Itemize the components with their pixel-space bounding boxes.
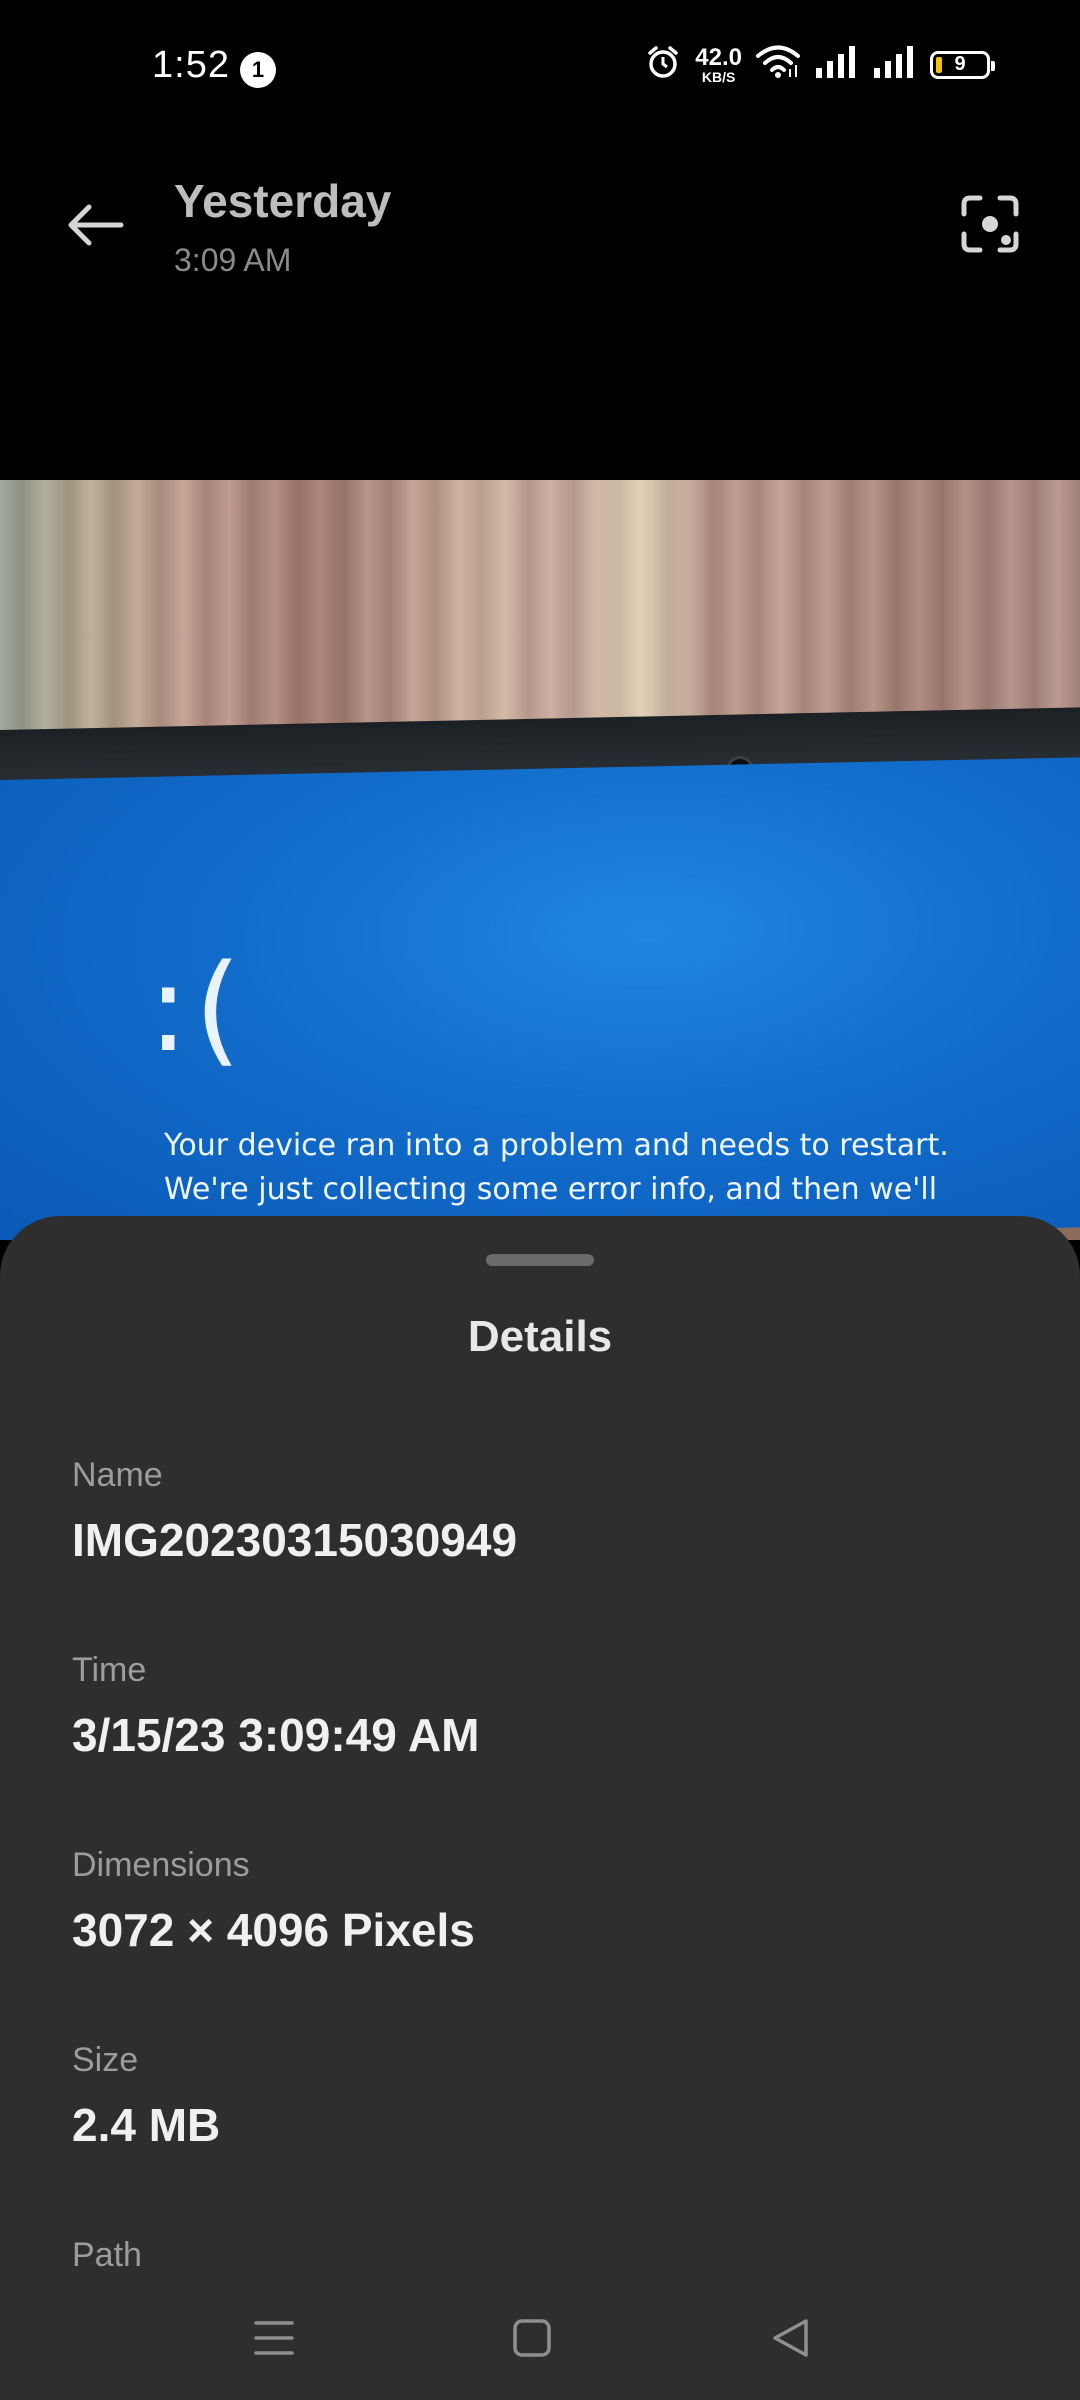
notification-badge: 1 bbox=[240, 52, 276, 88]
navigation-bar bbox=[0, 2280, 1080, 2400]
battery-level: 9 bbox=[954, 53, 966, 75]
battery-fill bbox=[936, 56, 942, 73]
photo-bsod-text: Your device ran into a problem and needs… bbox=[164, 1124, 949, 1212]
photo-window-light bbox=[560, 480, 720, 750]
detail-value: 2.4 MB bbox=[72, 2099, 221, 2151]
network-speed-value: 42.0 bbox=[695, 43, 742, 71]
back-triangle-icon bbox=[770, 2317, 810, 2364]
network-speed: 42.0 KB/S bbox=[695, 43, 742, 85]
status-icons: 42.0 KB/S 9 bbox=[645, 43, 995, 85]
detail-dimensions: Dimensions 3072 × 4096 Pixels bbox=[72, 1846, 475, 1957]
detail-size: Size 2.4 MB bbox=[72, 2041, 220, 2152]
menu-icon bbox=[254, 2319, 294, 2362]
detail-label: Time bbox=[72, 1651, 147, 1689]
lens-scan-icon bbox=[960, 194, 1020, 259]
detail-label: Path bbox=[72, 2236, 142, 2274]
photo-curtain bbox=[0, 480, 1080, 750]
wifi-icon bbox=[756, 45, 800, 84]
lens-button[interactable] bbox=[948, 184, 1032, 268]
battery-icon: 9 bbox=[930, 50, 995, 79]
detail-label: Name bbox=[72, 1456, 163, 1494]
detail-value: 3/15/23 3:09:49 AM bbox=[72, 1709, 480, 1761]
signal-icon bbox=[814, 46, 858, 83]
photo-bsod-face: :( bbox=[148, 940, 248, 1079]
gallery-details-screen: 1:52 1 42.0 KB/S 9 Yesterday 3:09 AM:(… bbox=[0, 0, 1080, 2400]
header-titles: Yesterday 3:09 AM bbox=[174, 174, 391, 279]
nav-home-button[interactable] bbox=[492, 2310, 572, 2370]
page-subtitle: 3:09 AM bbox=[174, 242, 292, 278]
photo-bsod-line-1: Your device ran into a problem and needs… bbox=[164, 1128, 949, 1163]
detail-value: IMG20230315030949 bbox=[72, 1514, 518, 1566]
detail-value: 3072 × 4096 Pixels bbox=[72, 1904, 475, 1956]
status-time: 1:52 bbox=[152, 44, 230, 86]
detail-name: Name IMG20230315030949 bbox=[72, 1456, 517, 1567]
nav-back-button[interactable] bbox=[750, 2310, 830, 2370]
network-speed-unit: KB/S bbox=[701, 68, 736, 85]
photo-bsod-line-2: We're just collecting some error info, a… bbox=[164, 1172, 938, 1207]
home-icon bbox=[512, 2318, 552, 2363]
detail-label: Size bbox=[72, 2041, 139, 2079]
nav-menu-button[interactable] bbox=[234, 2310, 314, 2370]
status-bar: 1:52 1 42.0 KB/S 9 bbox=[0, 0, 1080, 140]
photo-preview[interactable]: :( Your device ran into a problem and ne… bbox=[0, 480, 1080, 1240]
drag-handle[interactable] bbox=[486, 1254, 594, 1266]
sheet-title: Details bbox=[467, 1312, 613, 1361]
alarm-icon bbox=[645, 44, 681, 85]
signal-icon-2 bbox=[872, 46, 916, 83]
detail-path: Path bbox=[72, 2236, 142, 2275]
detail-time: Time 3/15/23 3:09:49 AM bbox=[72, 1651, 479, 1762]
detail-label: Dimensions bbox=[72, 1846, 250, 1884]
back-button[interactable] bbox=[58, 190, 132, 264]
details-sheet: Details Name IMG20230315030949 Time 3/15… bbox=[0, 1216, 1080, 2400]
arrow-left-icon bbox=[65, 203, 125, 252]
page-title: Yesterday bbox=[174, 175, 392, 227]
